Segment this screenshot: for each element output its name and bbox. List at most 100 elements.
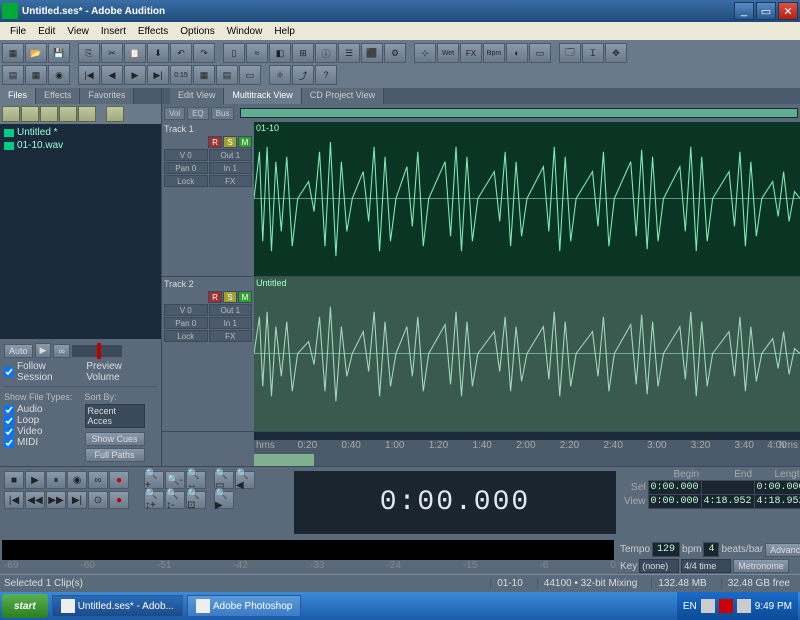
track2-pan[interactable]: Pan 0 [164,317,208,329]
tool-copy[interactable]: ⎘ [78,43,100,63]
view-begin[interactable]: 0:00.000 [648,495,701,509]
show-cues-button[interactable]: Show Cues [85,432,145,446]
time-ruler[interactable]: hms 0:200:401:001:201:402:002:202:403:00… [254,440,800,454]
type-midi-checkbox[interactable] [4,438,14,448]
zoom-in-v[interactable]: 🔍↕+ [144,491,164,509]
tool-info[interactable]: ⓘ [315,43,337,63]
nav-prev[interactable]: ◀ [101,65,123,85]
track2-out[interactable]: Out 1 [209,304,253,316]
tool-help[interactable]: ? [315,65,337,85]
play-button[interactable]: ▶ [25,471,45,489]
scripts[interactable]: ⚛ [269,65,291,85]
tool-snap[interactable]: ⊹ [414,43,436,63]
tool-bpm[interactable]: Bpm [483,43,505,63]
tab-files[interactable]: Files [0,88,36,104]
full-paths-button[interactable]: Full Paths [85,448,145,462]
taskbar-app-audition[interactable]: Untitled.ses* - Adob... [52,595,183,617]
track2-lock[interactable]: Lock [164,330,208,342]
track2-fx[interactable]: FX [209,330,253,342]
menu-insert[interactable]: Insert [95,24,132,39]
menu-help[interactable]: Help [268,24,301,39]
tab-favorites[interactable]: Favorites [80,88,134,104]
metronome-button[interactable]: Metronome [733,559,789,573]
zoom-sel-r[interactable]: 🔍▶ [214,491,234,509]
tool-fx[interactable]: FX [460,43,482,63]
tool-cut[interactable]: ✂ [101,43,123,63]
timeline-overview[interactable] [240,108,798,118]
advanced-button[interactable]: Advanced [765,543,800,557]
system-tray[interactable]: EN 9:49 PM [677,592,798,620]
track1-solo[interactable]: S [223,136,237,148]
auto-button[interactable]: Auto [4,344,33,358]
eq-button[interactable]: EQ [187,107,209,120]
file-opts[interactable] [78,106,96,122]
close-button[interactable]: ✕ [778,2,798,20]
zoom-out-v[interactable]: 🔍↕- [165,491,185,509]
level-meter[interactable] [2,540,614,560]
tray-icon[interactable] [719,599,733,613]
tool-move[interactable]: ✥ [605,43,627,63]
nav-next[interactable]: ▶| [147,65,169,85]
nav-grid1[interactable]: ▦ [193,65,215,85]
track1-pan[interactable]: Pan 0 [164,162,208,174]
track1-lock[interactable]: Lock [164,175,208,187]
tool-redo[interactable]: ↷ [193,43,215,63]
record-button[interactable]: ● [109,471,129,489]
track2-clip[interactable]: Untitled 2 [254,277,800,432]
sel-length[interactable]: 0:00.000 [754,481,800,495]
menu-window[interactable]: Window [221,24,269,39]
zoom-in-h[interactable]: 🔍+ [144,471,164,489]
view-cd[interactable]: ◉ [48,65,70,85]
play-preview[interactable]: ▶ [35,343,52,358]
arm-button[interactable]: ● [109,491,129,509]
file-opts2[interactable] [106,106,124,122]
taskbar-app-photoshop[interactable]: Adobe Photoshop [187,595,302,617]
file-import[interactable] [2,106,20,122]
sel-begin[interactable]: 0:00.000 [648,481,701,495]
menu-view[interactable]: View [61,24,95,39]
start-button[interactable]: start [2,594,48,618]
horizontal-scrollbar[interactable] [254,454,800,466]
tool-select[interactable]: Ꮖ [582,43,604,63]
bus-button[interactable]: Bus [211,107,235,120]
sel-end[interactable] [701,481,754,495]
menu-options[interactable]: Options [174,24,220,39]
track1-mute[interactable]: M [238,136,252,148]
tab-cd-view[interactable]: CD Project View [302,88,384,104]
tool-spectral[interactable]: ⬛ [361,43,383,63]
file-close[interactable] [21,106,39,122]
stop-button[interactable]: ■ [4,471,24,489]
tray-icon[interactable] [701,599,715,613]
type-audio-checkbox[interactable] [4,405,14,415]
vol-button[interactable]: Vol [164,107,185,120]
track1-record[interactable]: R [208,136,222,148]
view-multitrack[interactable]: ▦ [25,65,47,85]
tool-save[interactable]: 💾 [48,43,70,63]
tray-volume-icon[interactable] [737,599,751,613]
tab-multitrack-view[interactable]: Multitrack View [224,88,301,104]
tempo-input[interactable] [652,542,680,557]
tool-wet[interactable]: Wet [437,43,459,63]
type-loop-checkbox[interactable] [4,416,14,426]
key-dropdown[interactable]: (none) [639,559,679,573]
track2-record[interactable]: R [208,291,222,303]
track1-clip[interactable]: 01-10 1 [254,122,800,277]
sort-dropdown[interactable]: Recent Acces [85,404,145,428]
tray-lang[interactable]: EN [683,601,697,612]
tab-effects[interactable]: Effects [36,88,80,104]
tool-export[interactable]: ⤴ [292,65,314,85]
go-start-button[interactable]: |◀ [4,491,24,509]
track2-vol[interactable]: V 0 [164,304,208,316]
nav-grid3[interactable]: ▭ [239,65,261,85]
file-insert[interactable] [40,106,58,122]
tool-group[interactable]: ⊞ [292,43,314,63]
tool-env[interactable]: ▭ [529,43,551,63]
tool-hide[interactable]: 🗔 [559,43,581,63]
loop-preview[interactable]: ∞ [53,344,69,358]
tool-mix[interactable]: ⬇ [147,43,169,63]
zoom-sel-l[interactable]: 🔍◀ [235,471,255,489]
time-display[interactable]: 0:00.000 [294,471,616,534]
view-length[interactable]: 4:18.952 [754,495,800,509]
track1-out[interactable]: Out 1 [209,149,253,161]
track1-in[interactable]: In 1 [209,162,253,174]
